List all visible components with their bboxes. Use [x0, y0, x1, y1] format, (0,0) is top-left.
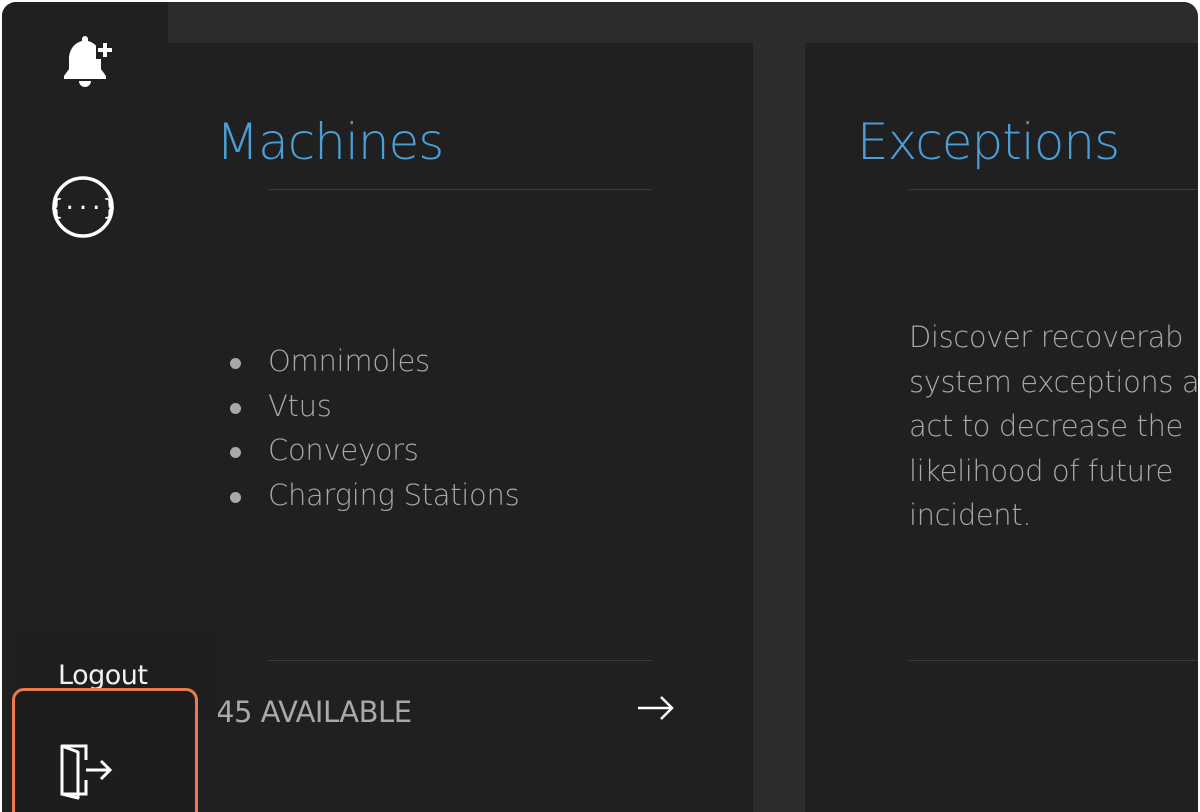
logout-tooltip-label: Logout [58, 660, 148, 691]
list-item: Conveyors [228, 428, 519, 473]
divider [909, 189, 1198, 190]
exceptions-description: Discover recoverab system exceptions a a… [909, 320, 1198, 532]
exceptions-card[interactable]: Exceptions Discover recoverab system exc… [805, 43, 1198, 812]
exceptions-title: Exceptions [857, 113, 1120, 171]
api-braces-icon[interactable]: {···} [50, 174, 116, 240]
divider [268, 189, 652, 190]
available-count: 45 AVAILABLE [216, 695, 412, 729]
logout-door-icon[interactable] [56, 740, 116, 800]
list-item: Charging Stations [228, 473, 520, 518]
arrow-right-icon[interactable] [634, 691, 678, 725]
svg-text:{···}: {···} [51, 196, 115, 221]
divider [268, 660, 652, 661]
machines-card[interactable]: Machines Omnimoles Vtus Conveyors Chargi… [168, 43, 753, 812]
machines-title: Machines [216, 113, 444, 171]
app-window: {···} Machines Omnimoles Vtus Conveyors … [2, 2, 1198, 812]
machine-list: Omnimoles Vtus Conveyors Charging Statio… [228, 339, 520, 518]
bell-plus-icon[interactable] [54, 30, 120, 92]
divider [909, 660, 1198, 661]
list-item: Omnimoles [228, 339, 519, 384]
list-item: Vtus [228, 384, 519, 429]
